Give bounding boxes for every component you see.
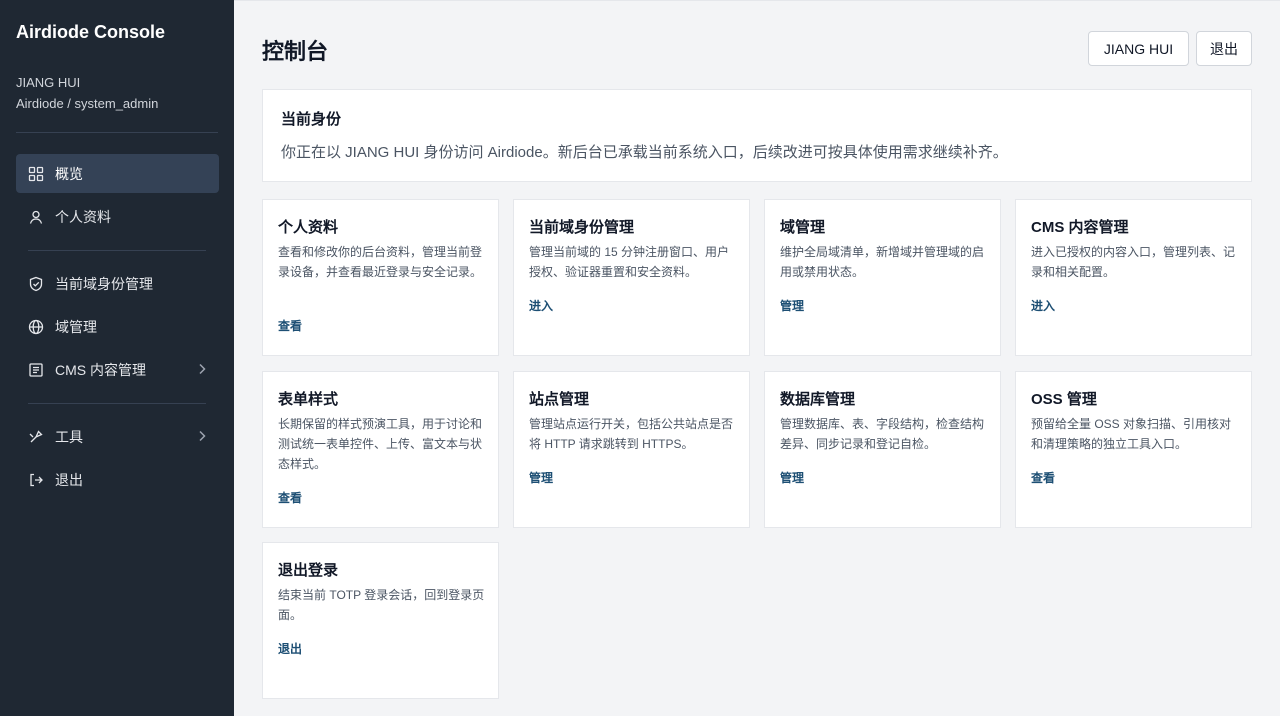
page-title: 控制台 xyxy=(262,39,329,64)
card-sign-out: 退出登录 结束当前 TOTP 登录会话，回到登录页面。 退出 xyxy=(262,542,499,699)
main-content: 控制台 JIANG HUI 退出 当前身份 你正在以 JIANG HUI 身份访… xyxy=(234,0,1280,716)
card-database: 数据库管理 管理数据库、表、字段结构，检查结构差异、同步记录和登记自检。 管理 xyxy=(764,371,1001,528)
sidebar-divider xyxy=(28,250,206,251)
user-icon xyxy=(28,209,44,225)
sidebar-divider xyxy=(28,403,206,404)
card-domains: 域管理 维护全局域清单，新增域并管理域的启用或禁用状态。 管理 xyxy=(764,199,1001,356)
sidebar-item-domains[interactable]: 域管理 xyxy=(16,307,219,346)
card-link[interactable]: 进入 xyxy=(529,297,553,314)
card-title: 数据库管理 xyxy=(780,391,856,408)
sidebar-item-domain-identity[interactable]: 当前域身份管理 xyxy=(16,264,219,303)
card-cms: CMS 内容管理 进入已授权的内容入口，管理列表、记录和相关配置。 进入 xyxy=(1015,199,1252,356)
card-sites: 站点管理 管理站点运行开关，包括公共站点是否将 HTTP 请求跳转到 HTTPS… xyxy=(513,371,750,528)
sidebar-item-label: 工具 xyxy=(55,428,83,445)
card-description: 长期保留的样式预演工具，用于讨论和测试统一表单控件、上传、富文本与状态样式。 xyxy=(278,417,483,471)
card-link[interactable]: 管理 xyxy=(780,469,804,486)
sidebar-item-label: 当前域身份管理 xyxy=(55,275,153,292)
grid-icon xyxy=(28,166,44,182)
card-description: 进入已授权的内容入口，管理列表、记录和相关配置。 xyxy=(1031,245,1236,279)
shield-check-icon xyxy=(28,276,44,292)
chevron-right-icon xyxy=(199,430,206,442)
card-domain-identity: 当前域身份管理 管理当前域的 15 分钟注册窗口、用户授权、验证器重置和安全资料… xyxy=(513,199,750,356)
card-description: 管理站点运行开关，包括公共站点是否将 HTTP 请求跳转到 HTTPS。 xyxy=(529,417,734,451)
user-name: JIANG HUI xyxy=(16,75,81,90)
sidebar-item-label: 个人资料 xyxy=(55,208,111,225)
card-profile: 个人资料 查看和修改你的后台资料，管理当前登录设备，并查看最近登录与安全记录。 … xyxy=(262,199,499,356)
card-description: 预留给全量 OSS 对象扫描、引用核对和清理策略的独立工具入口。 xyxy=(1031,417,1232,451)
tools-icon xyxy=(28,429,44,445)
sidebar-item-label: 退出 xyxy=(55,471,83,488)
sidebar-item-tools[interactable]: 工具 xyxy=(16,417,219,456)
sidebar: Airdiode Console JIANG HUI Airdiode / sy… xyxy=(0,0,234,716)
card-description: 管理当前域的 15 分钟注册窗口、用户授权、验证器重置和安全资料。 xyxy=(529,245,730,279)
card-title: 当前域身份管理 xyxy=(529,219,635,236)
sidebar-item-logout[interactable]: 退出 xyxy=(16,460,219,499)
card-description: 管理数据库、表、字段结构，检查结构差异、同步记录和登记自检。 xyxy=(780,417,985,451)
logout-icon xyxy=(28,472,44,488)
sidebar-item-label: CMS 内容管理 xyxy=(55,361,146,378)
identity-panel: 当前身份 你正在以 JIANG HUI 身份访问 Airdiode。新后台已承载… xyxy=(262,89,1252,182)
logout-button[interactable]: 退出 xyxy=(1196,31,1252,66)
brand-title: Airdiode Console xyxy=(16,22,166,42)
card-title: 站点管理 xyxy=(529,391,590,408)
card-link[interactable]: 退出 xyxy=(278,640,302,657)
card-title: CMS 内容管理 xyxy=(1031,219,1129,236)
globe-icon xyxy=(28,319,44,335)
sidebar-item-profile[interactable]: 个人资料 xyxy=(16,197,219,236)
user-role: Airdiode / system_admin xyxy=(16,96,159,111)
card-link[interactable]: 进入 xyxy=(1031,297,1055,314)
sidebar-item-overview[interactable]: 概览 xyxy=(16,154,219,193)
card-title: 个人资料 xyxy=(278,219,339,236)
card-description: 查看和修改你的后台资料，管理当前登录设备，并查看最近登录与安全记录。 xyxy=(278,245,483,279)
document-list-icon xyxy=(28,362,44,378)
card-title: OSS 管理 xyxy=(1031,391,1097,408)
card-description: 维护全局域清单，新增域并管理域的启用或禁用状态。 xyxy=(780,245,985,279)
card-title: 表单样式 xyxy=(278,391,339,408)
card-link[interactable]: 管理 xyxy=(780,297,804,314)
card-oss: OSS 管理 预留给全量 OSS 对象扫描、引用核对和清理策略的独立工具入口。 … xyxy=(1015,371,1252,528)
user-button[interactable]: JIANG HUI xyxy=(1088,31,1189,66)
card-description: 结束当前 TOTP 登录会话，回到登录页面。 xyxy=(278,588,485,622)
chevron-right-icon xyxy=(199,363,206,375)
card-form-styles: 表单样式 长期保留的样式预演工具，用于讨论和测试统一表单控件、上传、富文本与状态… xyxy=(262,371,499,528)
card-link[interactable]: 管理 xyxy=(529,469,553,486)
sidebar-item-label: 域管理 xyxy=(55,318,97,335)
card-link[interactable]: 查看 xyxy=(278,489,302,506)
sidebar-item-label: 概览 xyxy=(55,165,83,182)
identity-title: 当前身份 xyxy=(281,111,342,128)
card-title: 域管理 xyxy=(780,219,826,236)
card-title: 退出登录 xyxy=(278,562,339,579)
card-link[interactable]: 查看 xyxy=(1031,469,1055,486)
identity-text: 你正在以 JIANG HUI 身份访问 Airdiode。新后台已承载当前系统入… xyxy=(281,144,1008,161)
card-link[interactable]: 查看 xyxy=(278,317,302,334)
sidebar-item-cms[interactable]: CMS 内容管理 xyxy=(16,350,219,389)
sidebar-divider xyxy=(16,132,218,133)
